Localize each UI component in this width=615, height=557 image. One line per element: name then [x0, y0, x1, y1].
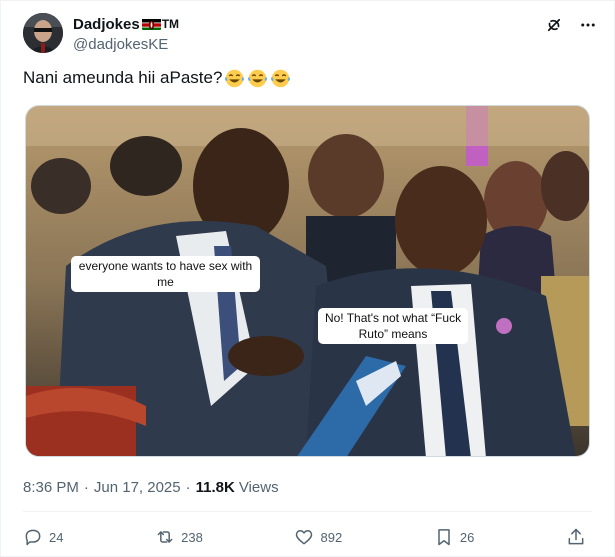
tweet-text-body: Nani ameunda hii aPaste? [23, 68, 223, 87]
reply-icon [25, 529, 41, 546]
display-name-row[interactable]: Dadjokes TM [73, 14, 179, 34]
more-icon[interactable] [578, 15, 598, 35]
grok-icon[interactable] [544, 15, 564, 35]
tweet-header: Dadjokes TM @dadjokesKE [23, 11, 598, 59]
tweet-actions: 24 238 892 26 [23, 525, 586, 549]
display-name[interactable]: Dadjokes [73, 16, 140, 33]
reply-button[interactable]: 24 [23, 527, 63, 547]
repost-count: 238 [181, 529, 203, 545]
like-button[interactable]: 892 [294, 527, 342, 547]
share-button[interactable] [566, 527, 586, 547]
tweet-date[interactable]: Jun 17, 2025 [94, 479, 181, 496]
bookmark-button[interactable]: 26 [434, 527, 474, 547]
meme-caption-left: everyone wants to have sex with me [71, 256, 260, 292]
author-names: Dadjokes TM @dadjokesKE [73, 14, 179, 54]
repost-button[interactable]: 238 [155, 527, 203, 547]
views-count: 11.8K [195, 479, 235, 496]
tweet-time[interactable]: 8:36 PM [23, 479, 79, 496]
meta-separator: · [83, 479, 89, 496]
tweet-card: Dadjokes TM @dadjokesKE Nani ameunda hii… [0, 0, 615, 557]
heart-icon [296, 530, 313, 545]
reply-count: 24 [49, 529, 64, 545]
header-actions [544, 15, 598, 35]
meta-separator: · [185, 479, 191, 496]
tweet-photo[interactable]: everyone wants to have sex with me No! T… [25, 105, 590, 457]
tears-of-joy-icon [270, 68, 291, 89]
author-handle[interactable]: @dadjokesKE [73, 36, 179, 53]
bookmark-count: 26 [459, 529, 475, 545]
share-icon [568, 528, 584, 545]
meme-caption-right: No! That's not what “Fuck Ruto” means [318, 308, 468, 344]
tm-mark: TM [161, 17, 180, 31]
tweet-meta: 8:36 PM · Jun 17, 2025 · 11.8K Views [23, 479, 279, 496]
views-label: Views [238, 479, 279, 496]
bookmark-icon [438, 529, 450, 546]
divider [23, 511, 592, 512]
tweet-text: Nani ameunda hii aPaste? [23, 67, 291, 89]
kenya-flag-icon [141, 18, 161, 30]
tears-of-joy-icon [224, 68, 245, 89]
avatar[interactable] [23, 13, 63, 53]
tears-of-joy-icon [247, 68, 268, 89]
like-count: 892 [320, 529, 343, 545]
repost-icon [157, 531, 173, 543]
